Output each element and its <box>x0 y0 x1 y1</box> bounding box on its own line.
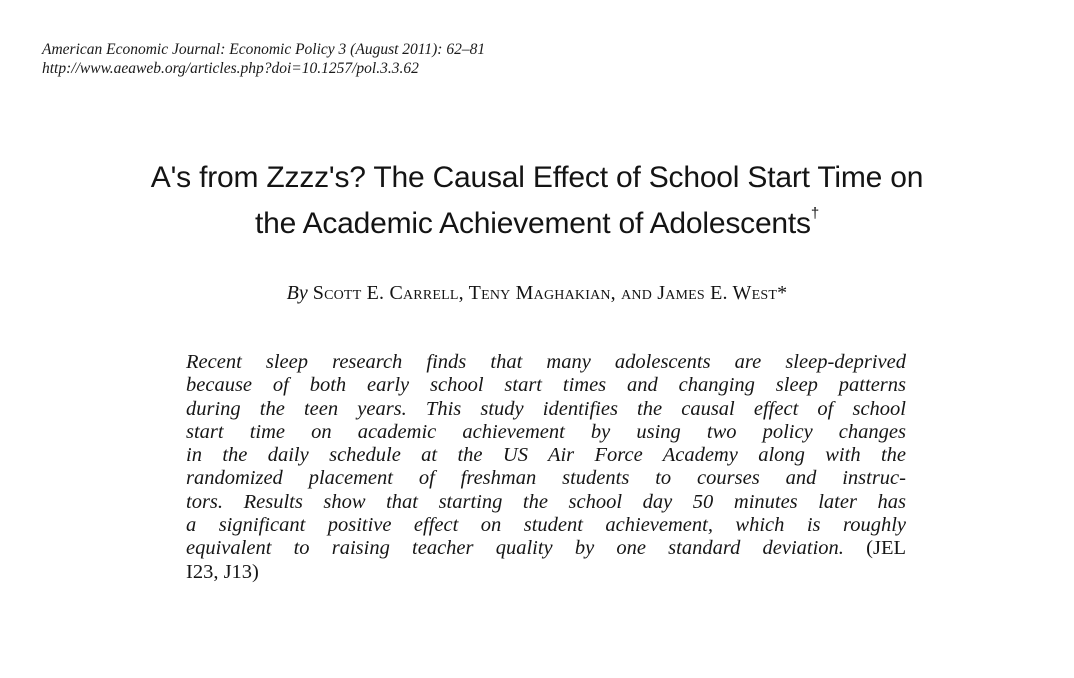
abstract-line: in the daily schedule at the US Air Forc… <box>186 444 906 467</box>
abstract-line: tors. Results show that starting the sch… <box>186 490 906 513</box>
byline-by: By <box>286 282 308 304</box>
abstract-line: Recent sleep research finds that many ad… <box>186 351 906 373</box>
abstract-line: because of both early school start times… <box>186 374 906 397</box>
abstract-line: a significant positive effect on student… <box>186 514 906 537</box>
abstract-jel-codes: I23, J13) <box>186 561 906 584</box>
author-byline: By Scott E. Carrell, Teny Maghakian, and… <box>0 280 1074 306</box>
title-line-2: the Academic Achievement of Adolescents† <box>0 198 1074 244</box>
title-line-1: A's from Zzzz's? The Causal Effect of Sc… <box>150 161 924 194</box>
title-footnote-mark[interactable]: † <box>811 205 819 222</box>
abstract-line: randomized placement of freshman student… <box>186 467 906 490</box>
journal-header: American Economic Journal: Economic Poli… <box>42 40 485 78</box>
abstract-line-text: equivalent to raising teacher quality by… <box>186 537 844 560</box>
byline-authors: Scott E. Carrell, Teny Maghakian, and Ja… <box>312 282 788 304</box>
paper-page: American Economic Journal: Economic Poli… <box>0 0 1074 678</box>
jel-codes: I23, J13) <box>186 560 259 583</box>
abstract-line-last-full: equivalent to raising teacher quality by… <box>186 537 906 560</box>
journal-citation: American Economic Journal: Economic Poli… <box>42 41 486 58</box>
abstract-line: during the teen years. This study identi… <box>186 397 906 420</box>
article-url[interactable]: http://www.aeaweb.org/articles.php?doi=1… <box>42 59 485 78</box>
jel-open: (JEL <box>866 537 906 560</box>
paper-title: A's from Zzzz's? The Causal Effect of Sc… <box>0 158 1074 244</box>
abstract-line: start time on academic achievement by us… <box>186 420 906 443</box>
title-line-2-text: the Academic Achievement of Adolescents <box>254 207 811 240</box>
abstract: Recent sleep research finds that many ad… <box>186 351 906 584</box>
